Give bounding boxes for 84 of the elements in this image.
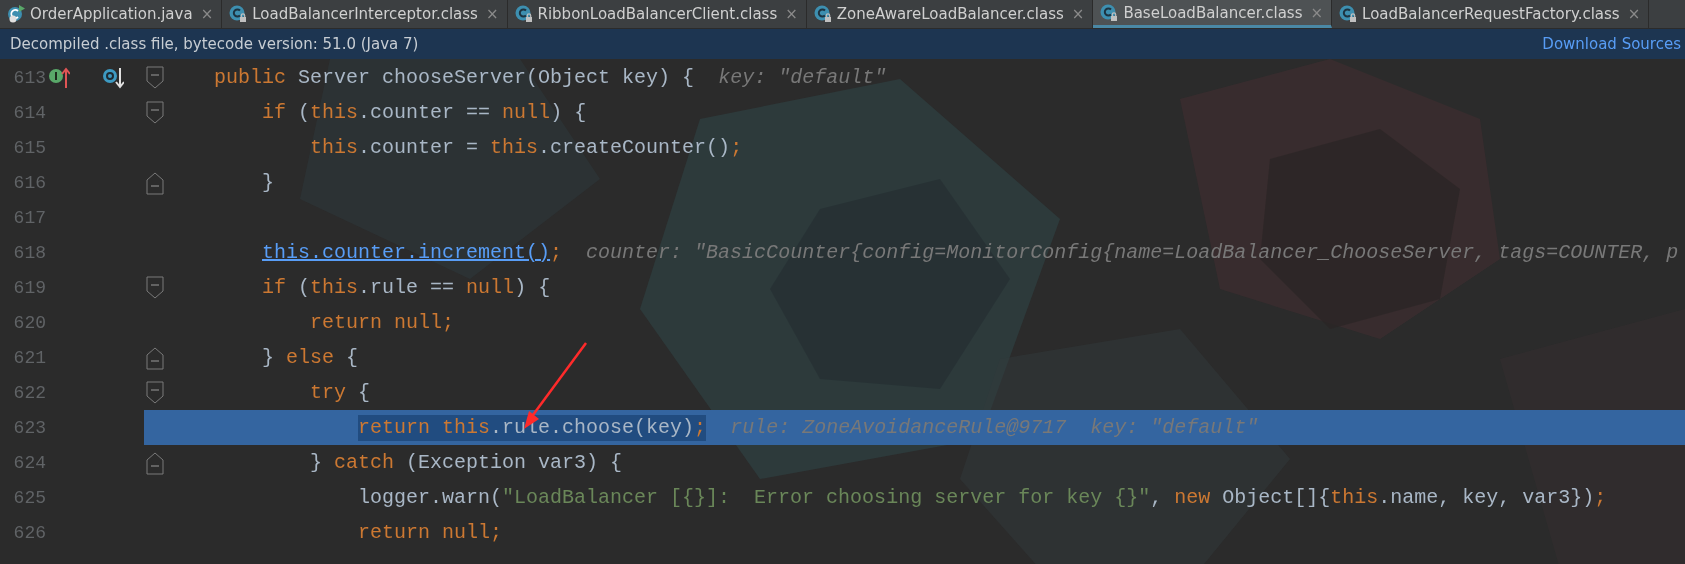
line-number: 623 bbox=[12, 417, 46, 438]
code-keyword: try bbox=[310, 379, 347, 406]
line-number: 616 bbox=[12, 172, 46, 193]
code-keyword: ; bbox=[550, 239, 563, 266]
code-keyword: return null; bbox=[358, 519, 503, 546]
line-number: 622 bbox=[12, 382, 46, 403]
line-number: 615 bbox=[12, 137, 46, 158]
code-text: ) { bbox=[550, 99, 587, 126]
code-link[interactable]: this.counter.increment() bbox=[262, 239, 551, 266]
line-number: 613 bbox=[12, 67, 46, 88]
code-text: Object[]{ bbox=[1222, 484, 1331, 511]
editor-tab[interactable]: BaseLoadBalancer.class × bbox=[1093, 0, 1333, 28]
code-keyword: this bbox=[1330, 484, 1379, 511]
line-number: 624 bbox=[12, 452, 46, 473]
close-tab-button[interactable]: × bbox=[485, 5, 499, 23]
code-text: , bbox=[1150, 484, 1164, 511]
editor-tab[interactable]: OrderApplication.java × bbox=[0, 0, 223, 28]
close-tab-button[interactable]: × bbox=[785, 5, 798, 23]
fold-icon[interactable] bbox=[145, 64, 165, 91]
code-text: Server chooseServer(Object key) { bbox=[298, 64, 696, 91]
class-lock-icon bbox=[513, 4, 534, 24]
code-text: } bbox=[262, 169, 275, 196]
line-number: 614 bbox=[12, 102, 46, 123]
code-text: ( bbox=[298, 274, 311, 301]
editor-tab[interactable]: LoadBalancerInterceptor.class × bbox=[222, 0, 508, 28]
code-text: { bbox=[346, 344, 359, 371]
inline-debug-value: key: "default" bbox=[718, 64, 887, 91]
code-keyword: catch bbox=[334, 449, 395, 476]
code-keyword: this bbox=[310, 99, 359, 126]
code-text: .rule.choose(key) bbox=[490, 414, 695, 441]
close-tab-button[interactable]: × bbox=[1627, 5, 1641, 23]
code-keyword: if bbox=[262, 274, 287, 301]
code-keyword: null bbox=[502, 99, 551, 126]
fold-icon[interactable] bbox=[145, 99, 165, 126]
line-number: 621 bbox=[12, 347, 46, 368]
close-tab-button[interactable]: × bbox=[1071, 5, 1085, 23]
code-keyword: null bbox=[466, 274, 515, 301]
class-lock-icon bbox=[228, 4, 249, 24]
overriding-marker-icon[interactable] bbox=[102, 65, 124, 90]
close-tab-button[interactable]: × bbox=[200, 5, 214, 23]
code-text: .counter = bbox=[358, 134, 480, 161]
code-keyword: return this bbox=[358, 414, 491, 441]
class-lock-icon bbox=[1099, 2, 1120, 23]
line-number: 625 bbox=[12, 487, 46, 508]
line-number: 618 bbox=[12, 242, 46, 263]
code-text: } bbox=[262, 344, 276, 371]
code-text: } bbox=[310, 449, 324, 476]
line-number: 626 bbox=[12, 522, 46, 543]
fold-icon[interactable] bbox=[145, 274, 165, 301]
line-number: 619 bbox=[12, 277, 46, 298]
implemented-marker-icon[interactable] bbox=[48, 65, 70, 90]
code-keyword: public bbox=[214, 64, 287, 91]
class-lock-icon bbox=[812, 4, 833, 24]
code-text: ( bbox=[298, 99, 311, 126]
string-literal: "LoadBalancer [{}]: Error choosing server for key {}" bbox=[502, 484, 1151, 511]
code-text: .name, key, var3}) bbox=[1378, 484, 1595, 511]
code-text: logger.warn( bbox=[358, 484, 503, 511]
inline-debug-value: counter: "BasicCounter{config=MonitorConfig{name=LoadBalancer_ChooseServer, tags=COUNTER, p bbox=[586, 239, 1679, 266]
code-text: .counter == bbox=[358, 99, 492, 126]
code-text: .rule == bbox=[358, 274, 456, 301]
download-sources-link[interactable]: Download Sources bbox=[1542, 35, 1681, 53]
code-keyword: if bbox=[262, 99, 287, 126]
run-class-icon bbox=[6, 4, 26, 24]
editor-tab[interactable]: RibbonLoadBalancerClient.class × bbox=[507, 0, 807, 28]
line-number: 617 bbox=[12, 207, 46, 228]
banner-message: Decompiled .class file, bytecode version: 51.0 (Java 7) bbox=[10, 35, 419, 53]
code-keyword: this bbox=[310, 134, 359, 161]
code-keyword: this bbox=[490, 134, 539, 161]
fold-icon[interactable] bbox=[145, 379, 165, 406]
class-lock-icon bbox=[1338, 4, 1359, 24]
code-text: (Exception var3) { bbox=[406, 449, 623, 476]
code-keyword: this bbox=[310, 274, 359, 301]
editor-tab[interactable]: LoadBalancerRequestFactory.class × bbox=[1332, 0, 1650, 28]
code-text: { bbox=[358, 379, 371, 406]
code-text: .createCounter() bbox=[538, 134, 731, 161]
code-keyword: ; bbox=[694, 414, 707, 441]
inline-debug-value: rule: ZoneAvoidanceRule@9717 key: "default" bbox=[730, 414, 1259, 441]
code-keyword: else bbox=[286, 344, 335, 371]
code-keyword: ; bbox=[1594, 484, 1607, 511]
code-keyword: new bbox=[1174, 484, 1211, 511]
line-number: 620 bbox=[12, 312, 46, 333]
code-keyword: ; bbox=[730, 134, 743, 161]
code-text: ) { bbox=[514, 274, 551, 301]
code-keyword: return null; bbox=[310, 309, 455, 336]
